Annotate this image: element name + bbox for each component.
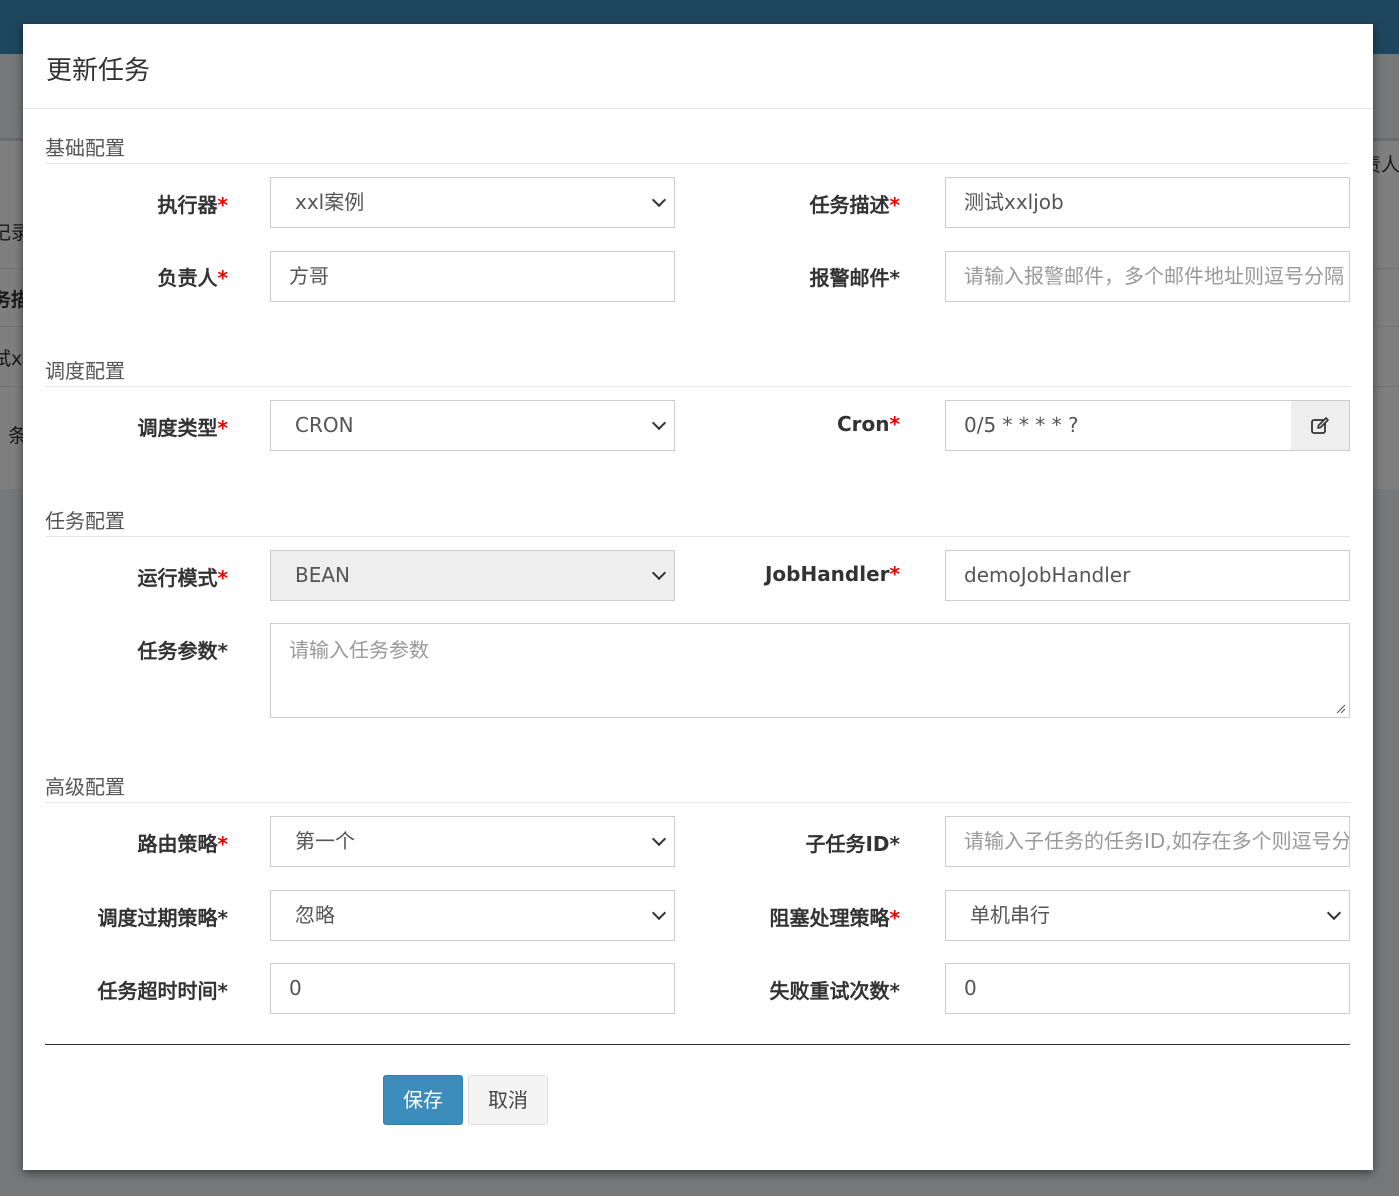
update-task-modal: 更新任务 基础配置 执行器* xxl案例 任务描述* 测试xxljob 负责人*… [23,24,1373,1170]
alarm-email-input[interactable]: 请输入报警邮件，多个邮件地址则逗号分隔 [945,251,1350,302]
job-handler-input[interactable]: demoJobHandler [945,550,1350,601]
job-handler-label: JobHandler* [764,562,900,586]
cron-label: Cron* [837,412,900,436]
timeout-input[interactable]: 0 [270,963,675,1014]
fail-retry-label: 失败重试次数* [769,979,900,1003]
chevron-down-icon [651,415,667,431]
executor-label: 执行器* [157,193,228,217]
chevron-down-icon [651,565,667,581]
cron-edit-button[interactable] [1291,400,1350,451]
misfire-strategy-select[interactable]: 忽略 [270,890,675,941]
modal-header: 更新任务 [23,24,1373,109]
timeout-label: 任务超时时间* [97,979,228,1003]
misfire-strategy-label: 调度过期策略* [97,906,228,930]
chevron-down-icon [651,192,667,208]
save-button[interactable]: 保存 [383,1075,463,1125]
cancel-button[interactable]: 取消 [468,1075,548,1125]
schedule-type-label: 调度类型* [137,416,228,440]
schedule-type-select[interactable]: CRON [270,400,675,451]
alarm-email-label: 报警邮件* [809,266,900,290]
block-strategy-label: 阻塞处理策略* [769,906,900,930]
executor-select[interactable]: xxl案例 [270,177,675,228]
job-param-textarea[interactable]: 请输入任务参数 [270,623,1350,718]
chevron-down-icon [1326,905,1342,921]
glue-type-label: 运行模式* [137,566,228,590]
edit-icon [1311,416,1329,434]
cron-input[interactable]: 0/5 * * * * ? [945,400,1292,451]
route-strategy-label: 路由策略* [137,832,228,856]
section-task-config: 任务配置 [45,505,1350,537]
resize-handle-icon[interactable] [1336,704,1346,714]
job-desc-input[interactable]: 测试xxljob [945,177,1350,228]
glue-type-select[interactable]: BEAN [270,550,675,601]
route-strategy-select[interactable]: 第一个 [270,816,675,867]
fail-retry-input[interactable]: 0 [945,963,1350,1014]
block-strategy-select[interactable]: 单机串行 [945,890,1350,941]
chevron-down-icon [651,905,667,921]
form-divider [45,1044,1350,1045]
child-job-id-label: 子任务ID* [805,832,900,856]
author-input[interactable]: 方哥 [270,251,675,302]
section-basic-config: 基础配置 [45,132,1350,164]
author-label: 负责人* [157,266,228,290]
section-schedule-config: 调度配置 [45,355,1350,387]
modal-title: 更新任务 [46,56,151,86]
job-param-label: 任务参数* [137,639,228,663]
section-advanced-config: 高级配置 [45,771,1350,803]
job-desc-label: 任务描述* [809,193,900,217]
chevron-down-icon [651,831,667,847]
child-job-id-input[interactable]: 请输入子任务的任务ID,如存在多个则逗号分隔 [945,816,1350,867]
